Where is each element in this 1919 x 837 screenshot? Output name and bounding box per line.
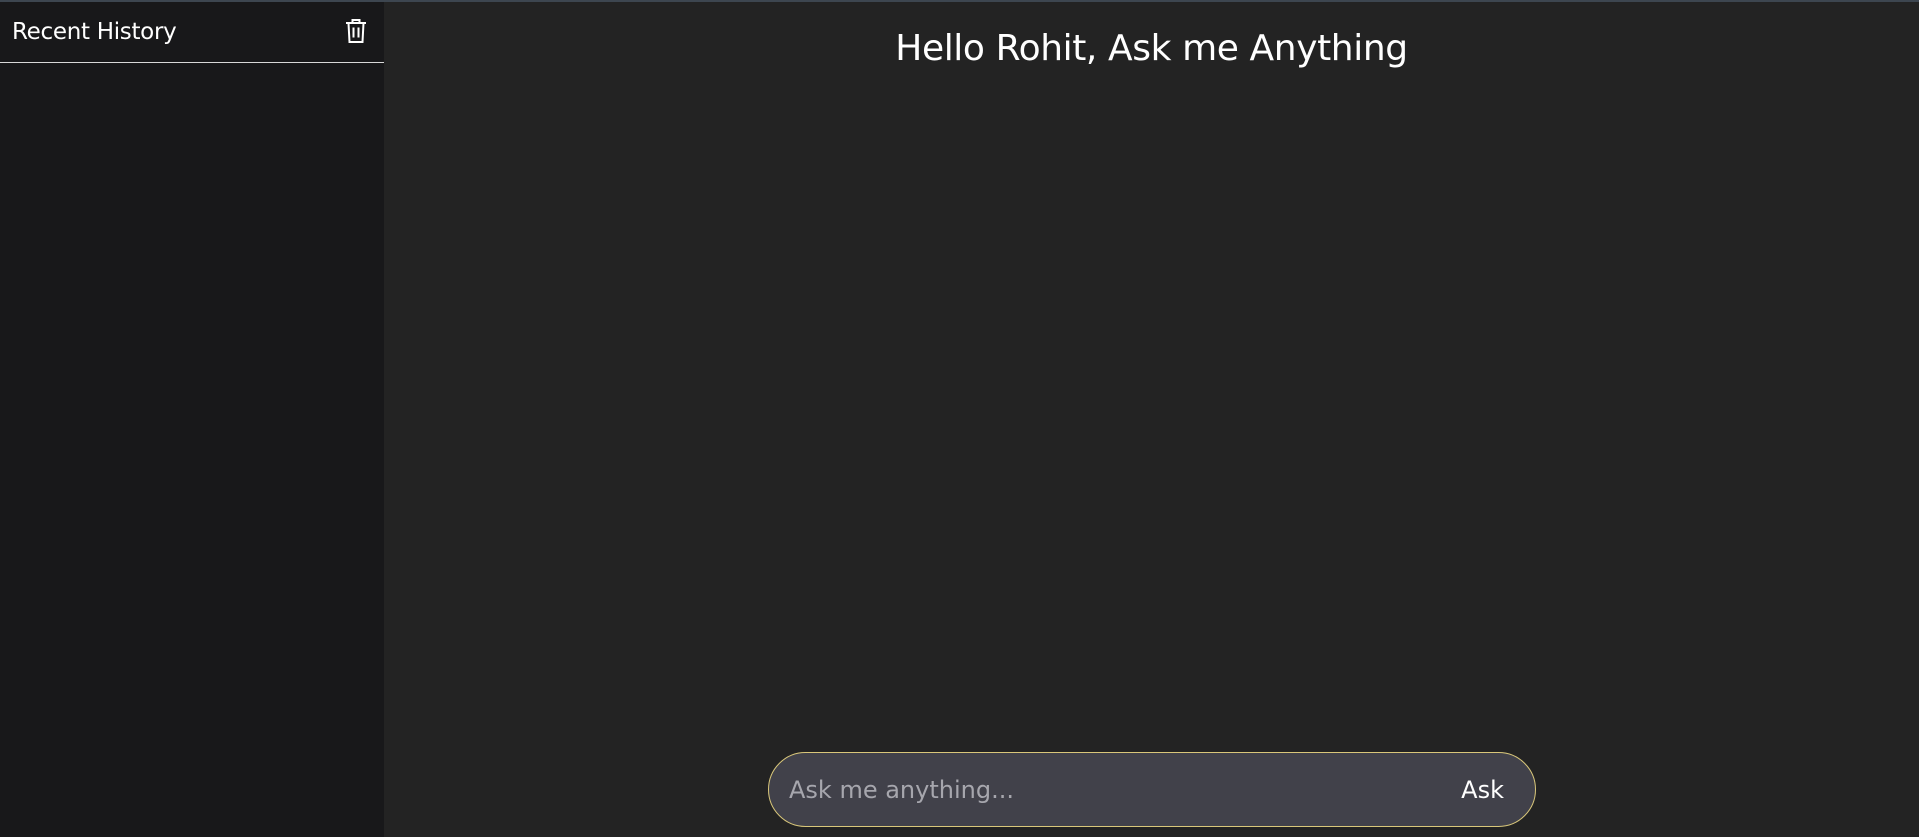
app-root: Recent History Hello Rohit, Ask me Anyth… (0, 2, 1919, 837)
page-title: Hello Rohit, Ask me Anything (895, 28, 1408, 69)
trash-icon[interactable] (342, 15, 370, 47)
question-input[interactable] (789, 753, 1452, 826)
history-sidebar: Recent History (0, 2, 384, 837)
sidebar-title: Recent History (12, 19, 177, 45)
sidebar-header: Recent History (0, 2, 384, 63)
ask-bar: Ask (768, 752, 1536, 827)
history-list (0, 64, 384, 837)
chat-main: Hello Rohit, Ask me Anything Ask (384, 2, 1919, 837)
ask-button[interactable]: Ask (1451, 776, 1515, 804)
